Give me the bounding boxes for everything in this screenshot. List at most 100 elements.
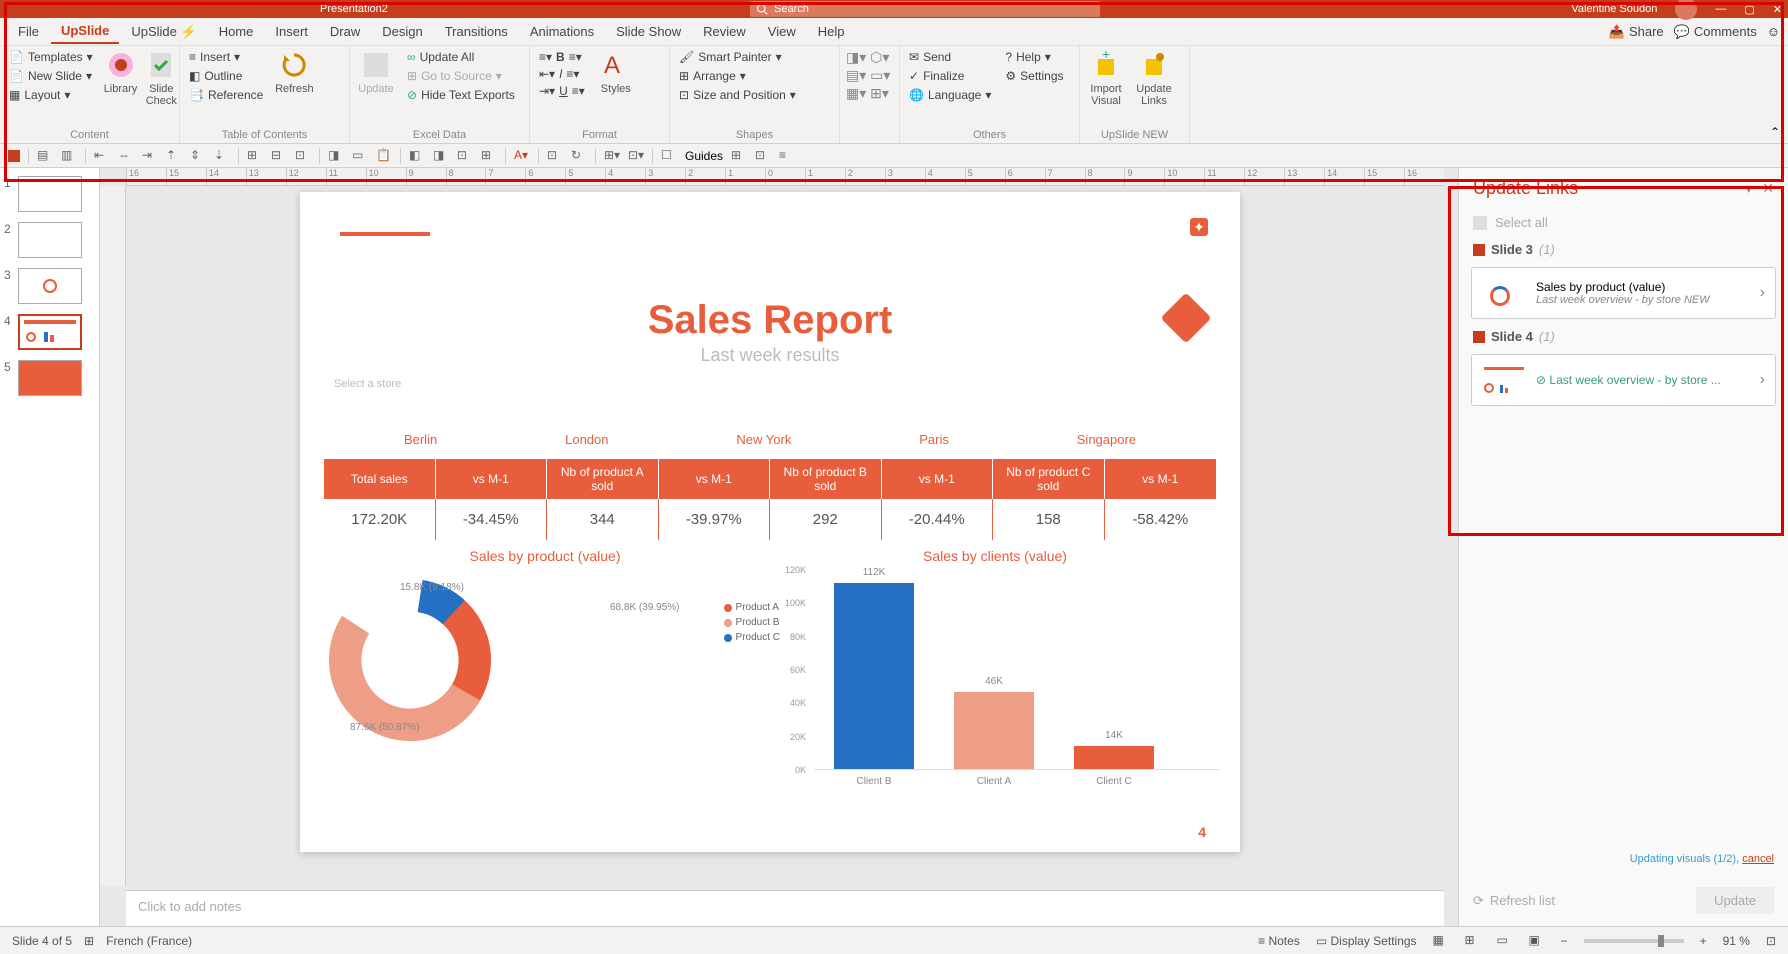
tab-file[interactable]: File	[8, 20, 49, 43]
thumb-5[interactable]	[18, 360, 82, 396]
notes-pane[interactable]: Click to add notes	[126, 890, 1444, 926]
smart-painter-button[interactable]: 🖌 Smart Painter ▾	[676, 49, 833, 65]
tab-insert[interactable]: Insert	[265, 20, 318, 43]
smiley-icon[interactable]: ☺	[1767, 24, 1780, 39]
slide[interactable]: ✦ Sales Report Last week results Select …	[300, 192, 1240, 852]
panel-group[interactable]: Slide 3 (1)	[1459, 236, 1788, 263]
qat-icon[interactable]: ⇥	[142, 148, 158, 164]
panel-menu-icon[interactable]: ▾	[1745, 180, 1752, 197]
tab-view[interactable]: View	[758, 20, 806, 43]
indent-button[interactable]: ⇤▾ I ≡▾	[536, 66, 588, 82]
toc-insert-button[interactable]: ≡ Insert ▾	[186, 49, 266, 65]
update-button[interactable]: Update	[1696, 887, 1774, 914]
tab-review[interactable]: Review	[693, 20, 756, 43]
layout-button[interactable]: ▦ Layout ▾	[6, 87, 96, 103]
qat-icon[interactable]: ⊞	[731, 148, 747, 164]
import-visual-button[interactable]: +Import Visual	[1086, 49, 1126, 107]
slide-check-button[interactable]: Slide Check	[145, 49, 177, 107]
qat-icon[interactable]: ⊞	[481, 148, 497, 164]
user-avatar[interactable]	[1675, 0, 1697, 20]
link-card[interactable]: ⊘ Last week overview - by store ... ›	[1471, 354, 1776, 406]
view-sorter-icon[interactable]: ⊞	[1465, 933, 1481, 949]
help-button[interactable]: ? Help ▾	[1002, 49, 1066, 65]
qat-icon[interactable]: ⊡	[755, 148, 771, 164]
qat-icon[interactable]: ⊡	[295, 148, 311, 164]
qat-icon[interactable]: ⊞▾	[604, 148, 620, 164]
collapse-ribbon-icon[interactable]: ⌃	[1770, 125, 1780, 139]
select-store[interactable]: Select a store	[334, 378, 401, 390]
styles-button[interactable]: AStyles	[596, 49, 636, 95]
qat-icon[interactable]: ⊡▾	[628, 148, 644, 164]
canvas[interactable]: 1615141312111098765432101234567891011121…	[100, 168, 1458, 926]
close-icon[interactable]: ✕	[1773, 3, 1782, 16]
qat-icon[interactable]: ▭	[352, 148, 368, 164]
thumb-4[interactable]	[18, 314, 82, 350]
templates-button[interactable]: 📄 Templates ▾	[6, 49, 96, 65]
finalize-button[interactable]: ✓ Finalize	[906, 68, 994, 84]
notes-toggle[interactable]: ≡ Notes	[1258, 934, 1300, 948]
bar-chart[interactable]: Sales by clients (value) 120K 100K 80K 6…	[770, 548, 1220, 790]
panel-close-icon[interactable]: ✕	[1762, 180, 1774, 197]
slide-subtitle[interactable]: Last week results	[300, 345, 1240, 366]
settings-button[interactable]: ⚙ Settings	[1002, 68, 1066, 84]
toc-reference-button[interactable]: 📑 Reference	[186, 87, 266, 103]
donut-chart[interactable]: Sales by product (value) 15.8K (9.18%) 6…	[320, 548, 770, 790]
zoom-out[interactable]: −	[1561, 934, 1568, 948]
send-button[interactable]: ✉ Send	[906, 49, 994, 65]
language-button[interactable]: 🌐 Language ▾	[906, 87, 994, 103]
qat-icon[interactable]: ◨	[433, 148, 449, 164]
select-all-checkbox[interactable]: Select all	[1459, 209, 1788, 236]
qat-icon[interactable]	[8, 150, 20, 162]
qat-icon[interactable]: A▾	[514, 148, 530, 164]
qat-icon[interactable]: 📋	[376, 148, 392, 164]
tab-upslide2[interactable]: UpSlide ⚡	[121, 20, 206, 44]
hide-exports-button[interactable]: ⊘ Hide Text Exports	[404, 87, 518, 103]
qat-icon[interactable]: ↻	[571, 148, 587, 164]
slide-title[interactable]: Sales Report	[300, 298, 1240, 343]
tab-home[interactable]: Home	[209, 20, 264, 43]
tab-upslide[interactable]: UpSlide	[51, 19, 119, 44]
qat-icon[interactable]: ⇣	[214, 148, 230, 164]
goto-source-button[interactable]: ⊞ Go to Source ▾	[404, 68, 518, 84]
qat-icon[interactable]: ≡	[779, 148, 795, 164]
qat-icon[interactable]: ◨	[328, 148, 344, 164]
update-all-button[interactable]: ∞ Update All	[404, 49, 518, 65]
search-box[interactable]: Search	[750, 1, 1100, 17]
tab-draw[interactable]: Draw	[320, 20, 370, 43]
update-links-button[interactable]: Update Links	[1134, 49, 1174, 107]
slide-counter[interactable]: Slide 4 of 5	[12, 934, 72, 948]
refresh-button[interactable]: Refresh	[274, 49, 314, 95]
qat-icon[interactable]: ⊞	[247, 148, 263, 164]
thumb-1[interactable]	[18, 176, 82, 212]
display-settings[interactable]: ▭ Display Settings	[1316, 934, 1417, 948]
align-button[interactable]: ≡▾ B ≡▾	[536, 49, 588, 65]
qat-icon[interactable]: ◧	[409, 148, 425, 164]
thumb-3[interactable]	[18, 268, 82, 304]
qat-icon[interactable]: ⇤	[94, 148, 110, 164]
refresh-list-button[interactable]: ⟳ Refresh list	[1473, 893, 1555, 909]
maximize-icon[interactable]: ▢	[1744, 3, 1754, 16]
cancel-link[interactable]: cancel	[1742, 853, 1774, 865]
zoom-in[interactable]: +	[1700, 934, 1707, 948]
qat-icon[interactable]: ▥	[61, 148, 77, 164]
outdent-button[interactable]: ⇥▾ U ≡▾	[536, 83, 588, 99]
qat-icon[interactable]: ⇔	[118, 148, 134, 164]
username[interactable]: Valentine Soudon	[1571, 3, 1657, 15]
library-button[interactable]: Library	[104, 49, 138, 95]
minimize-icon[interactable]: —	[1715, 3, 1726, 15]
plus-icon[interactable]: ✦	[1190, 218, 1208, 236]
link-card[interactable]: Sales by product (value)Last week overvi…	[1471, 267, 1776, 319]
fit-icon[interactable]: ⊡	[1766, 934, 1776, 948]
guides-label[interactable]: Guides	[685, 149, 723, 163]
zoom-value[interactable]: 91 %	[1723, 934, 1750, 948]
size-position-button[interactable]: ⊡ Size and Position ▾	[676, 87, 833, 103]
tab-animations[interactable]: Animations	[520, 20, 604, 43]
tab-help[interactable]: Help	[808, 20, 855, 43]
zoom-slider[interactable]	[1584, 939, 1684, 943]
excel-update-button[interactable]: Update	[356, 49, 396, 95]
arrange-button[interactable]: ⊞ Arrange ▾	[676, 68, 833, 84]
qat-icon[interactable]: ☐	[661, 148, 677, 164]
qat-icon[interactable]: ⊟	[271, 148, 287, 164]
share-button[interactable]: 📤 Share	[1609, 24, 1664, 40]
lang-indicator[interactable]: French (France)	[106, 934, 192, 948]
